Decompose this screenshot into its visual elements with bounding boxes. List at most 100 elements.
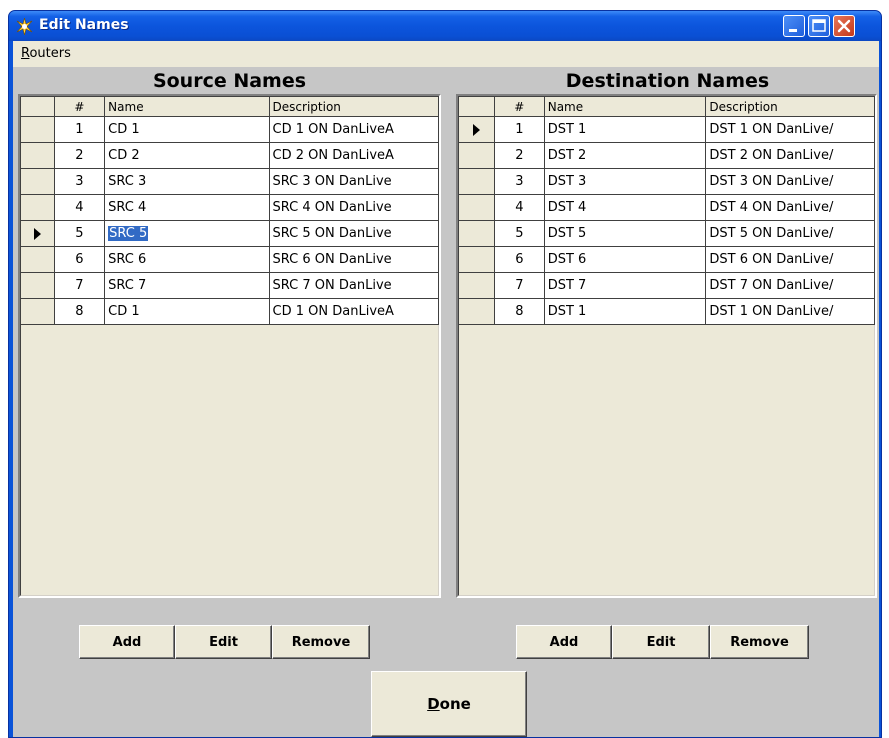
destination-add-button[interactable]: Add <box>516 625 612 659</box>
maximize-icon[interactable] <box>808 15 830 37</box>
name-cell[interactable]: CD 1 <box>104 298 270 325</box>
description-cell[interactable]: CD 1 ON DanLiveA <box>268 116 439 143</box>
num-column-header[interactable]: # <box>493 96 545 117</box>
title-bar[interactable]: Edit Names <box>9 11 881 41</box>
table-row[interactable]: 2 DST 2 DST 2 ON DanLive/ <box>458 142 875 169</box>
row-selector[interactable] <box>20 168 55 195</box>
description-cell[interactable]: CD 2 ON DanLiveA <box>268 142 439 169</box>
menu-routers[interactable]: Routers <box>19 46 73 61</box>
minimize-icon[interactable] <box>783 15 805 37</box>
num-cell[interactable]: 5 <box>493 220 545 247</box>
source-add-button[interactable]: Add <box>79 625 175 659</box>
table-row[interactable]: 8 DST 1 DST 1 ON DanLive/ <box>458 298 875 325</box>
row-selector[interactable] <box>458 142 495 169</box>
selected-name-text[interactable]: SRC 5 <box>108 226 149 241</box>
row-selector[interactable] <box>458 194 495 221</box>
description-cell[interactable]: SRC 5 ON DanLive <box>268 220 439 247</box>
name-column-header[interactable]: Name <box>104 96 270 117</box>
name-cell[interactable]: DST 7 <box>543 272 707 299</box>
name-cell[interactable]: CD 1 <box>104 116 270 143</box>
row-selector[interactable] <box>20 142 55 169</box>
description-cell[interactable]: SRC 4 ON DanLive <box>268 194 439 221</box>
table-row[interactable]: 1 CD 1 CD 1 ON DanLiveA <box>20 116 439 143</box>
num-cell[interactable]: 6 <box>493 246 545 273</box>
table-row[interactable]: 3 SRC 3 SRC 3 ON DanLive <box>20 168 439 195</box>
row-selector[interactable] <box>20 272 55 299</box>
row-selector[interactable] <box>20 194 55 221</box>
num-column-header[interactable]: # <box>53 96 106 117</box>
row-selector[interactable] <box>458 272 495 299</box>
destination-remove-button[interactable]: Remove <box>710 625 809 659</box>
table-row[interactable]: 2 CD 2 CD 2 ON DanLiveA <box>20 142 439 169</box>
name-column-header[interactable]: Name <box>543 96 707 117</box>
table-row[interactable]: 7 DST 7 DST 7 ON DanLive/ <box>458 272 875 299</box>
name-cell[interactable]: DST 6 <box>543 246 707 273</box>
name-cell[interactable]: SRC 6 <box>104 246 270 273</box>
row-selector[interactable] <box>458 220 495 247</box>
num-cell[interactable]: 1 <box>53 116 106 143</box>
table-row[interactable]: 5 SRC 5 SRC 5 ON DanLive <box>20 220 439 247</box>
table-row[interactable]: 1 DST 1 DST 1 ON DanLive/ <box>458 116 875 143</box>
description-cell[interactable]: DST 7 ON DanLive/ <box>705 272 875 299</box>
row-selector[interactable] <box>458 246 495 273</box>
name-cell[interactable]: DST 3 <box>543 168 707 195</box>
description-cell[interactable]: DST 1 ON DanLive/ <box>705 116 875 143</box>
num-cell[interactable]: 6 <box>53 246 106 273</box>
num-cell[interactable]: 8 <box>53 298 106 325</box>
num-cell[interactable]: 3 <box>493 168 545 195</box>
row-selector[interactable] <box>458 116 495 143</box>
num-cell[interactable]: 4 <box>493 194 545 221</box>
num-cell[interactable]: 7 <box>53 272 106 299</box>
name-cell[interactable]: DST 1 <box>543 298 707 325</box>
num-cell[interactable]: 2 <box>53 142 106 169</box>
description-cell[interactable]: SRC 6 ON DanLive <box>268 246 439 273</box>
table-row[interactable]: 4 DST 4 DST 4 ON DanLive/ <box>458 194 875 221</box>
close-icon[interactable] <box>833 15 855 37</box>
table-row[interactable]: 4 SRC 4 SRC 4 ON DanLive <box>20 194 439 221</box>
destination-edit-button[interactable]: Edit <box>612 625 710 659</box>
source-names-grid[interactable]: # Name Description 1 CD 1 CD 1 ON DanLiveA… <box>18 94 441 598</box>
table-row[interactable]: 6 DST 6 DST 6 ON DanLive/ <box>458 246 875 273</box>
destination-names-grid[interactable]: # Name Description 1 DST 1 DST 1 ON DanLiv… <box>456 94 877 598</box>
name-cell[interactable]: DST 4 <box>543 194 707 221</box>
name-cell[interactable]: SRC 5 <box>104 220 270 247</box>
description-cell[interactable]: DST 3 ON DanLive/ <box>705 168 875 195</box>
num-cell[interactable]: 1 <box>493 116 545 143</box>
description-cell[interactable]: SRC 3 ON DanLive <box>268 168 439 195</box>
description-column-header[interactable]: Description <box>268 96 439 117</box>
table-row[interactable]: 8 CD 1 CD 1 ON DanLiveA <box>20 298 439 325</box>
description-cell[interactable]: CD 1 ON DanLiveA <box>268 298 439 325</box>
num-cell[interactable]: 2 <box>493 142 545 169</box>
table-row[interactable]: 7 SRC 7 SRC 7 ON DanLive <box>20 272 439 299</box>
row-selector[interactable] <box>458 298 495 325</box>
num-cell[interactable]: 8 <box>493 298 545 325</box>
description-cell[interactable]: DST 2 ON DanLive/ <box>705 142 875 169</box>
name-cell[interactable]: DST 2 <box>543 142 707 169</box>
row-selector[interactable] <box>20 220 55 247</box>
table-row[interactable]: 5 DST 5 DST 5 ON DanLive/ <box>458 220 875 247</box>
name-cell[interactable]: DST 1 <box>543 116 707 143</box>
description-cell[interactable]: SRC 7 ON DanLive <box>268 272 439 299</box>
row-selector[interactable] <box>20 116 55 143</box>
name-cell[interactable]: CD 2 <box>104 142 270 169</box>
name-cell[interactable]: DST 5 <box>543 220 707 247</box>
description-column-header[interactable]: Description <box>705 96 875 117</box>
source-remove-button[interactable]: Remove <box>272 625 370 659</box>
num-cell[interactable]: 3 <box>53 168 106 195</box>
num-cell[interactable]: 5 <box>53 220 106 247</box>
num-cell[interactable]: 4 <box>53 194 106 221</box>
description-cell[interactable]: DST 5 ON DanLive/ <box>705 220 875 247</box>
description-cell[interactable]: DST 6 ON DanLive/ <box>705 246 875 273</box>
row-selector[interactable] <box>20 298 55 325</box>
num-cell[interactable]: 7 <box>493 272 545 299</box>
description-cell[interactable]: DST 4 ON DanLive/ <box>705 194 875 221</box>
row-selector[interactable] <box>20 246 55 273</box>
description-cell[interactable]: DST 1 ON DanLive/ <box>705 298 875 325</box>
name-cell[interactable]: SRC 7 <box>104 272 270 299</box>
row-selector[interactable] <box>458 168 495 195</box>
done-button[interactable]: Done <box>371 671 527 737</box>
table-row[interactable]: 3 DST 3 DST 3 ON DanLive/ <box>458 168 875 195</box>
table-row[interactable]: 6 SRC 6 SRC 6 ON DanLive <box>20 246 439 273</box>
name-cell[interactable]: SRC 3 <box>104 168 270 195</box>
source-edit-button[interactable]: Edit <box>175 625 272 659</box>
